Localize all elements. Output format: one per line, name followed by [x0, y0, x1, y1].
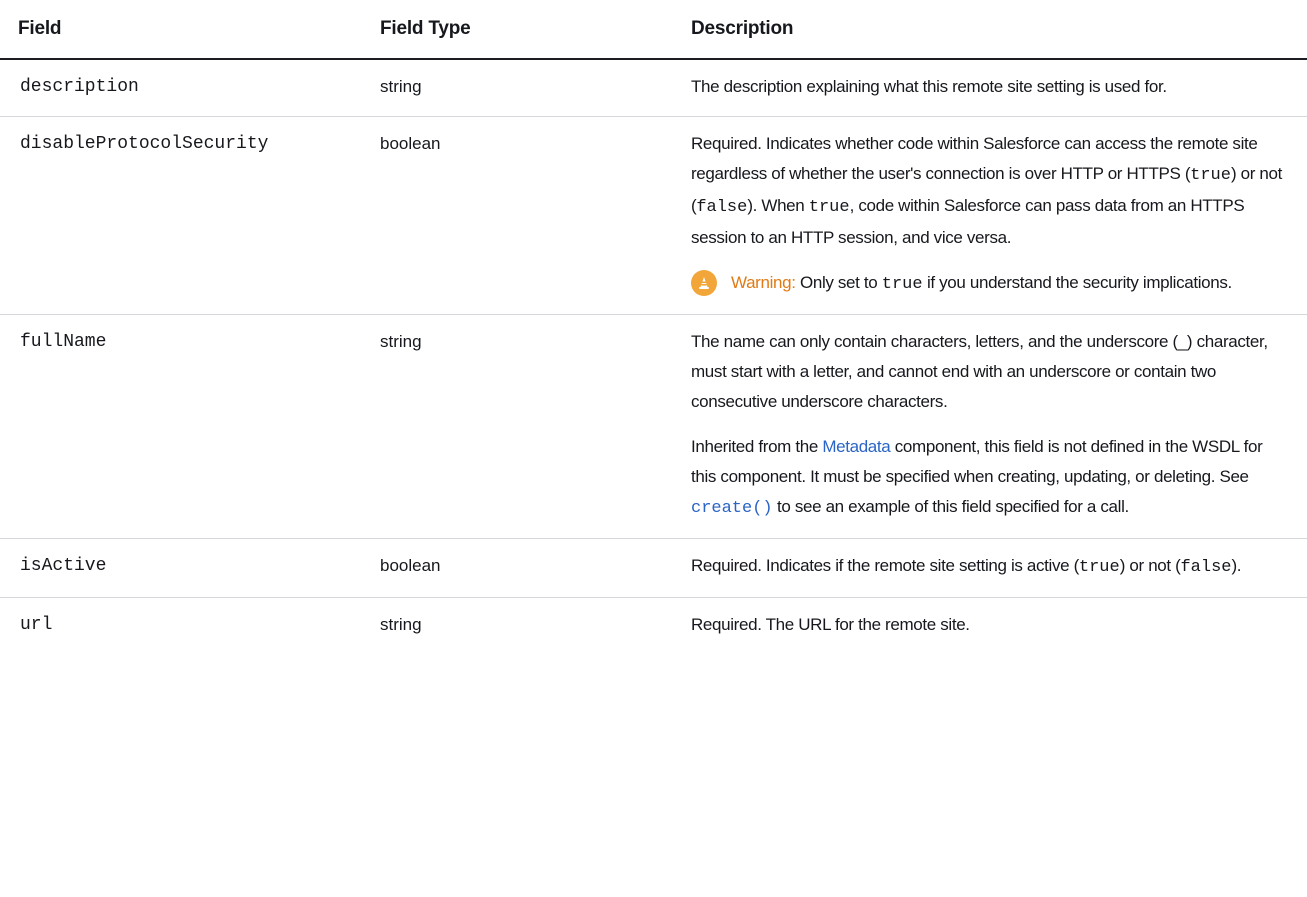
field-type: string	[380, 615, 422, 634]
field-type: boolean	[370, 538, 679, 598]
field-description: The description explaining what this rem…	[679, 59, 1307, 117]
fields-table: Field Field Type Description description…	[0, 0, 1307, 654]
column-header-description: Description	[679, 0, 1307, 60]
field-type: string	[370, 314, 679, 539]
table-header-row: Field Field Type Description	[0, 0, 1307, 60]
field-description: The name can only contain characters, le…	[679, 314, 1307, 539]
field-name: disableProtocolSecurity	[0, 116, 370, 315]
description-text: Required. Indicates if the remote site s…	[691, 556, 1242, 577]
warning-label: Warning:	[731, 273, 796, 292]
code-true: true	[1190, 166, 1231, 185]
column-header-field: Field	[0, 0, 370, 60]
metadata-link[interactable]: Metadata	[822, 437, 890, 456]
table-row: isActive boolean Required. Indicates if …	[0, 538, 1307, 598]
create-code: create()	[691, 499, 773, 518]
warning-cone-icon	[691, 270, 717, 296]
field-name: description	[0, 59, 370, 117]
code-true: true	[808, 198, 850, 217]
field-name: isActive	[0, 538, 370, 598]
code-false: false	[1180, 558, 1232, 577]
description-text: The description explaining what this rem…	[691, 77, 1167, 96]
code-true: true	[881, 275, 923, 294]
table-row: disableProtocolSecurity boolean Required…	[0, 116, 1307, 315]
warning-callout: Warning: Only set to true if you underst…	[691, 268, 1289, 300]
field-name: fullName	[0, 314, 370, 539]
field-name: url	[20, 615, 53, 635]
code-false: false	[696, 198, 748, 217]
description-text: Required. The URL for the remote site.	[691, 615, 970, 634]
description-text: Required. Indicates whether code within …	[691, 134, 1283, 247]
description-text-inherited: Inherited from the Metadata component, t…	[691, 437, 1263, 518]
table-row: url string Required. The URL for the rem…	[0, 598, 1307, 655]
field-type: boolean	[370, 116, 679, 315]
field-type: string	[370, 59, 679, 117]
create-link[interactable]: create()	[691, 497, 773, 518]
field-description: Required. Indicates whether code within …	[679, 116, 1307, 315]
table-row: description string The description expla…	[0, 59, 1307, 117]
column-header-field-type: Field Type	[370, 0, 679, 60]
description-text: The name can only contain characters, le…	[691, 332, 1268, 411]
field-description: Required. The URL for the remote site.	[679, 598, 1307, 655]
field-description: Required. Indicates if the remote site s…	[679, 538, 1307, 598]
code-true: true	[1078, 558, 1120, 577]
table-row: fullName string The name can only contai…	[0, 314, 1307, 539]
warning-text: Warning: Only set to true if you underst…	[731, 273, 1232, 294]
